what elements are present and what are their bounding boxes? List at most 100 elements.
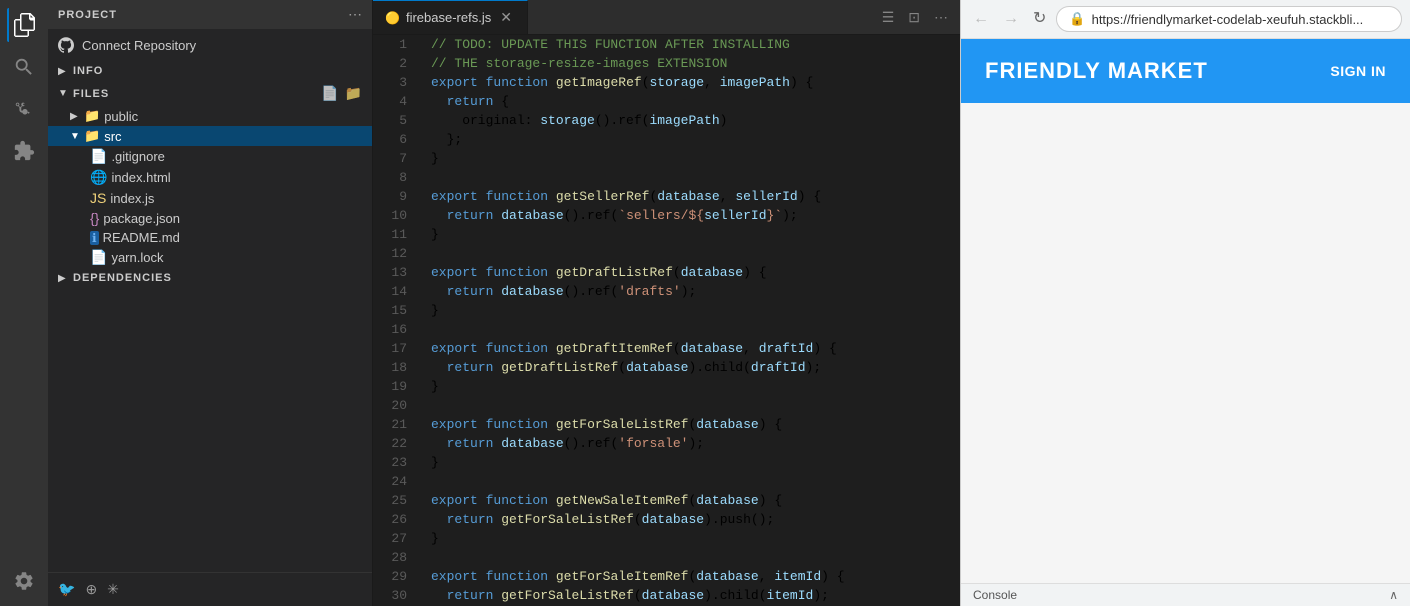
slack-icon[interactable]: ✳ bbox=[107, 581, 119, 598]
code-line: } bbox=[431, 529, 952, 548]
search-icon[interactable] bbox=[7, 50, 41, 84]
files-chevron[interactable]: ▼ bbox=[58, 88, 68, 99]
extensions-icon[interactable] bbox=[7, 134, 41, 168]
dependencies-chevron: ▶ bbox=[58, 273, 68, 284]
code-line: } bbox=[431, 301, 952, 320]
info-chevron: ▶ bbox=[58, 66, 68, 77]
info-section-header[interactable]: ▶ INFO bbox=[48, 61, 372, 81]
line-number: 24 bbox=[381, 472, 407, 491]
tree-item-public[interactable]: ▶ 📁 public bbox=[48, 106, 372, 126]
tab-close-button[interactable]: ✕ bbox=[497, 8, 515, 27]
tree-item-gitignore[interactable]: 📄 .gitignore bbox=[48, 146, 372, 167]
files-header-left: ▼ FILES bbox=[58, 88, 109, 100]
sidebar: PROJECT ⋯ Connect Repository ▶ INFO ▼ FI… bbox=[48, 0, 373, 606]
line-number: 12 bbox=[381, 244, 407, 263]
twitter-icon[interactable]: 🐦 bbox=[58, 581, 75, 598]
new-file-icon[interactable]: 📄 bbox=[321, 85, 338, 102]
console-chevron[interactable]: ∧ bbox=[1389, 588, 1398, 602]
gitignore-icon: 📄 bbox=[90, 148, 107, 165]
line-number: 6 bbox=[381, 130, 407, 149]
line-number: 14 bbox=[381, 282, 407, 301]
line-number: 8 bbox=[381, 168, 407, 187]
files-icon[interactable] bbox=[7, 8, 41, 42]
source-control-icon[interactable] bbox=[7, 92, 41, 126]
tree-item-readme[interactable]: ℹ README.md bbox=[48, 228, 372, 247]
new-folder-icon[interactable]: 📁 bbox=[345, 85, 362, 102]
public-folder-icon: 📁 bbox=[84, 108, 100, 124]
line-number: 30 bbox=[381, 586, 407, 605]
tree-item-package-json[interactable]: {} package.json bbox=[48, 208, 372, 228]
settings-icon[interactable] bbox=[7, 564, 41, 598]
icon-bar bbox=[0, 0, 48, 606]
readme-label: README.md bbox=[103, 230, 362, 245]
refresh-button[interactable]: ↻ bbox=[1029, 9, 1050, 29]
back-button[interactable]: ← bbox=[969, 9, 993, 29]
html-icon: 🌐 bbox=[90, 169, 107, 186]
line-numbers: 1234567891011121314151617181920212223242… bbox=[373, 35, 423, 606]
address-bar[interactable]: 🔒 https://friendlymarket-codelab-xeufuh.… bbox=[1056, 6, 1402, 32]
tree-item-src[interactable]: ▼ 📁 src bbox=[48, 126, 372, 146]
line-number: 7 bbox=[381, 149, 407, 168]
connect-repo-button[interactable]: Connect Repository bbox=[48, 29, 372, 61]
line-number: 27 bbox=[381, 529, 407, 548]
line-number: 2 bbox=[381, 54, 407, 73]
package-json-label: package.json bbox=[103, 211, 362, 226]
more-actions-icon[interactable]: ⋯ bbox=[930, 5, 952, 30]
line-number: 10 bbox=[381, 206, 407, 225]
public-label: public bbox=[104, 109, 362, 124]
forward-button[interactable]: → bbox=[999, 9, 1023, 29]
files-label: FILES bbox=[73, 88, 109, 100]
sidebar-header: PROJECT ⋯ bbox=[48, 0, 372, 29]
tree-item-index-html[interactable]: 🌐 index.html bbox=[48, 167, 372, 188]
files-section-header: ▼ FILES 📄 📁 bbox=[48, 81, 372, 106]
lock-file-icon: 📄 bbox=[90, 249, 107, 266]
sidebar-menu-icon[interactable]: ⋯ bbox=[348, 6, 362, 23]
code-line: export function getForSaleListRef(databa… bbox=[431, 415, 952, 434]
code-line: export function getNewSaleItemRef(databa… bbox=[431, 491, 952, 510]
code-line bbox=[431, 244, 952, 263]
code-line: return database().ref('drafts'); bbox=[431, 282, 952, 301]
tree-item-yarn-lock[interactable]: 📄 yarn.lock bbox=[48, 247, 372, 268]
info-label: INFO bbox=[73, 65, 103, 77]
sign-in-button[interactable]: SIGN IN bbox=[1330, 63, 1386, 79]
firebase-refs-tab[interactable]: 🟡 firebase-refs.js ✕ bbox=[373, 0, 528, 34]
tree-item-index-js[interactable]: JS index.js bbox=[48, 188, 372, 208]
code-line bbox=[431, 548, 952, 567]
line-number: 26 bbox=[381, 510, 407, 529]
line-number: 21 bbox=[381, 415, 407, 434]
js-icon: JS bbox=[90, 190, 106, 206]
split-editor-icon[interactable]: ☰ bbox=[878, 5, 899, 30]
url-text: https://friendlymarket-codelab-xeufuh.st… bbox=[1092, 12, 1364, 27]
code-line: // THE storage-resize-images EXTENSION bbox=[431, 54, 952, 73]
code-line: } bbox=[431, 225, 952, 244]
line-number: 3 bbox=[381, 73, 407, 92]
index-html-label: index.html bbox=[111, 170, 362, 185]
connect-repo-label: Connect Repository bbox=[82, 38, 196, 53]
dependencies-section-header[interactable]: ▶ DEPENDENCIES bbox=[48, 268, 372, 288]
line-number: 20 bbox=[381, 396, 407, 415]
code-line: return getDraftListRef(database).child(d… bbox=[431, 358, 952, 377]
code-line: } bbox=[431, 453, 952, 472]
line-number: 13 bbox=[381, 263, 407, 282]
layout-icon[interactable]: ⊡ bbox=[904, 5, 924, 30]
console-label: Console bbox=[973, 588, 1017, 602]
gitignore-label: .gitignore bbox=[111, 149, 362, 164]
line-number: 5 bbox=[381, 111, 407, 130]
dependencies-label: DEPENDENCIES bbox=[73, 272, 172, 284]
src-chevron: ▼ bbox=[70, 131, 80, 142]
line-number: 18 bbox=[381, 358, 407, 377]
tab-filename: firebase-refs.js bbox=[406, 10, 491, 25]
code-content[interactable]: // TODO: UPDATE THIS FUNCTION AFTER INST… bbox=[423, 35, 960, 606]
line-number: 17 bbox=[381, 339, 407, 358]
files-header-icons: 📄 📁 bbox=[321, 85, 362, 102]
icon-bar-bottom bbox=[7, 564, 41, 606]
browser-pane: ← → ↻ 🔒 https://friendlymarket-codelab-x… bbox=[960, 0, 1410, 606]
line-number: 4 bbox=[381, 92, 407, 111]
lock-icon: 🔒 bbox=[1069, 11, 1085, 27]
code-line: return getForSaleListRef(database).push(… bbox=[431, 510, 952, 529]
github-bottom-icon[interactable]: ⊕ bbox=[85, 581, 97, 598]
code-line: export function getDraftListRef(database… bbox=[431, 263, 952, 282]
code-line bbox=[431, 168, 952, 187]
line-number: 28 bbox=[381, 548, 407, 567]
code-area: 1234567891011121314151617181920212223242… bbox=[373, 35, 960, 606]
